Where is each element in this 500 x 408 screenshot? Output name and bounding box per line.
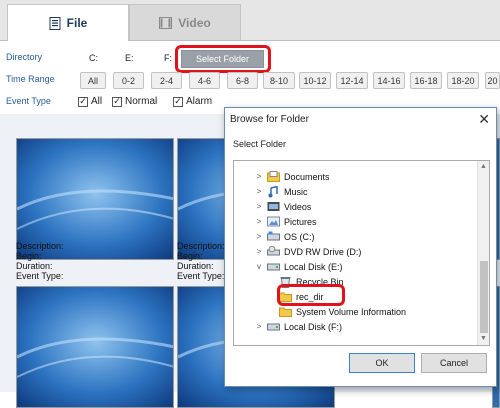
description-label: Description: [177, 241, 225, 251]
ok-button[interactable]: OK [349, 353, 415, 373]
time-button-8-10[interactable]: 8-10 [263, 72, 295, 89]
drive-f-option[interactable]: F: [164, 53, 172, 63]
description-label: Description: [16, 241, 64, 251]
browse-folder-dialog: Browse for Folder ✕ Select Folder > Docu… [224, 107, 497, 387]
documents-folder-icon [266, 171, 280, 183]
tree-item-system-volume[interactable]: System Volume Information [276, 304, 406, 319]
music-icon [266, 185, 280, 198]
file-info: Description: Begin: Duration: Event Type… [177, 241, 225, 281]
event-alarm-label: Alarm [186, 96, 213, 107]
scroll-up-icon[interactable]: ▲ [480, 163, 487, 170]
tab-file[interactable]: File [7, 4, 129, 41]
event-normal-label: Normal [125, 96, 158, 107]
event-type-label: Event Type [6, 96, 51, 106]
duration-label: Duration: [177, 261, 214, 271]
time-button-2-4[interactable]: 2-4 [151, 72, 182, 89]
cancel-button[interactable]: Cancel [421, 353, 487, 373]
event-all-label: All [91, 96, 103, 107]
tree-item-label: OS (C:) [284, 231, 315, 242]
tree-item-music[interactable]: > Music [254, 184, 308, 199]
os-drive-icon [266, 231, 280, 243]
time-button-4-6[interactable]: 4-6 [189, 72, 220, 89]
scroll-down-icon[interactable]: ▼ [480, 335, 487, 342]
tab-video[interactable]: Video [129, 4, 241, 40]
tree-item-videos[interactable]: > Videos [254, 199, 312, 214]
tree-item-pictures[interactable]: > Pictures [254, 214, 317, 229]
disk-drive-icon [266, 261, 280, 273]
tree-item-label: Pictures [284, 216, 317, 227]
chevron-right-icon[interactable]: > [254, 232, 264, 241]
close-icon[interactable]: ✕ [478, 111, 490, 128]
tab-file-label: File [66, 16, 88, 30]
chevron-down-icon[interactable]: v [254, 262, 264, 271]
checkbox-checked-icon: ✓ [112, 96, 122, 107]
time-button-14-16[interactable]: 14-16 [373, 72, 405, 89]
chevron-right-icon[interactable]: > [254, 202, 264, 211]
chevron-right-icon[interactable]: > [254, 247, 264, 256]
chevron-right-icon[interactable]: > [254, 187, 264, 196]
dialog-title: Browse for Folder [230, 113, 309, 125]
time-button-6-8[interactable]: 6-8 [227, 72, 258, 89]
time-button-12-14[interactable]: 12-14 [336, 72, 368, 89]
film-icon [159, 16, 173, 29]
time-button-all[interactable]: All [80, 72, 106, 89]
document-icon [49, 16, 61, 30]
time-range-label: Time Range [6, 74, 55, 84]
chevron-right-icon[interactable]: > [254, 322, 264, 331]
tree-item-dvd-d[interactable]: > DVD RW Drive (D:) [254, 244, 361, 259]
duration-label: Duration: [16, 261, 53, 271]
event-normal-checkbox[interactable]: ✓ Normal [112, 96, 157, 107]
event-type-info-label: Event Type: [16, 271, 64, 281]
folder-tree[interactable]: > Documents > Music > Videos > Pictures … [233, 160, 490, 346]
checkbox-checked-icon: ✓ [78, 96, 88, 107]
file-thumbnail[interactable] [16, 286, 174, 408]
tree-item-label: Local Disk (E:) [284, 261, 343, 272]
folder-icon [278, 306, 292, 318]
event-type-info-label: Event Type: [177, 271, 225, 281]
time-button-20[interactable]: 20 [485, 72, 500, 89]
tab-video-label: Video [178, 15, 211, 30]
rec-dir-highlight [277, 284, 345, 306]
event-alarm-checkbox[interactable]: ✓ Alarm [173, 96, 212, 107]
tree-item-label: Music [284, 186, 308, 197]
tab-bar: File Video [0, 0, 500, 41]
dialog-prompt: Select Folder [233, 139, 287, 149]
event-all-checkbox[interactable]: ✓ All [78, 96, 102, 107]
tree-item-label: Videos [284, 201, 312, 212]
begin-label: Begin: [177, 251, 203, 261]
tree-item-local-disk-f[interactable]: > Local Disk (F:) [254, 319, 342, 334]
drive-c-option[interactable]: C: [89, 53, 98, 63]
tree-scrollbar[interactable]: ▲ ▼ [477, 161, 489, 345]
tree-item-os-c[interactable]: > OS (C:) [254, 229, 315, 244]
directory-label: Directory [6, 52, 43, 62]
tree-item-label: System Volume Information [296, 306, 407, 317]
disk-drive-icon [266, 321, 280, 333]
dvd-drive-icon [266, 246, 280, 258]
tree-item-label: Local Disk (F:) [284, 321, 343, 332]
checkbox-checked-icon: ✓ [173, 96, 183, 107]
chevron-right-icon[interactable]: > [254, 217, 264, 226]
tree-item-label: Documents [284, 171, 330, 182]
pictures-folder-icon [266, 216, 280, 228]
select-folder-highlight [175, 45, 271, 73]
time-button-18-20[interactable]: 18-20 [447, 72, 479, 89]
file-info: Description: Begin: Duration: Event Type… [16, 241, 64, 281]
videos-folder-icon [266, 201, 280, 213]
tree-item-local-disk-e[interactable]: v Local Disk (E:) [254, 259, 343, 274]
drive-e-option[interactable]: E: [125, 53, 134, 63]
begin-label: Begin: [16, 251, 42, 261]
tree-item-label: DVD RW Drive (D:) [284, 246, 362, 257]
chevron-right-icon[interactable]: > [254, 172, 264, 181]
tree-item-documents[interactable]: > Documents [254, 169, 330, 184]
time-button-0-2[interactable]: 0-2 [113, 72, 144, 89]
time-button-16-18[interactable]: 16-18 [410, 72, 442, 89]
time-button-10-12[interactable]: 10-12 [299, 72, 331, 89]
scrollbar-thumb[interactable] [480, 261, 488, 333]
